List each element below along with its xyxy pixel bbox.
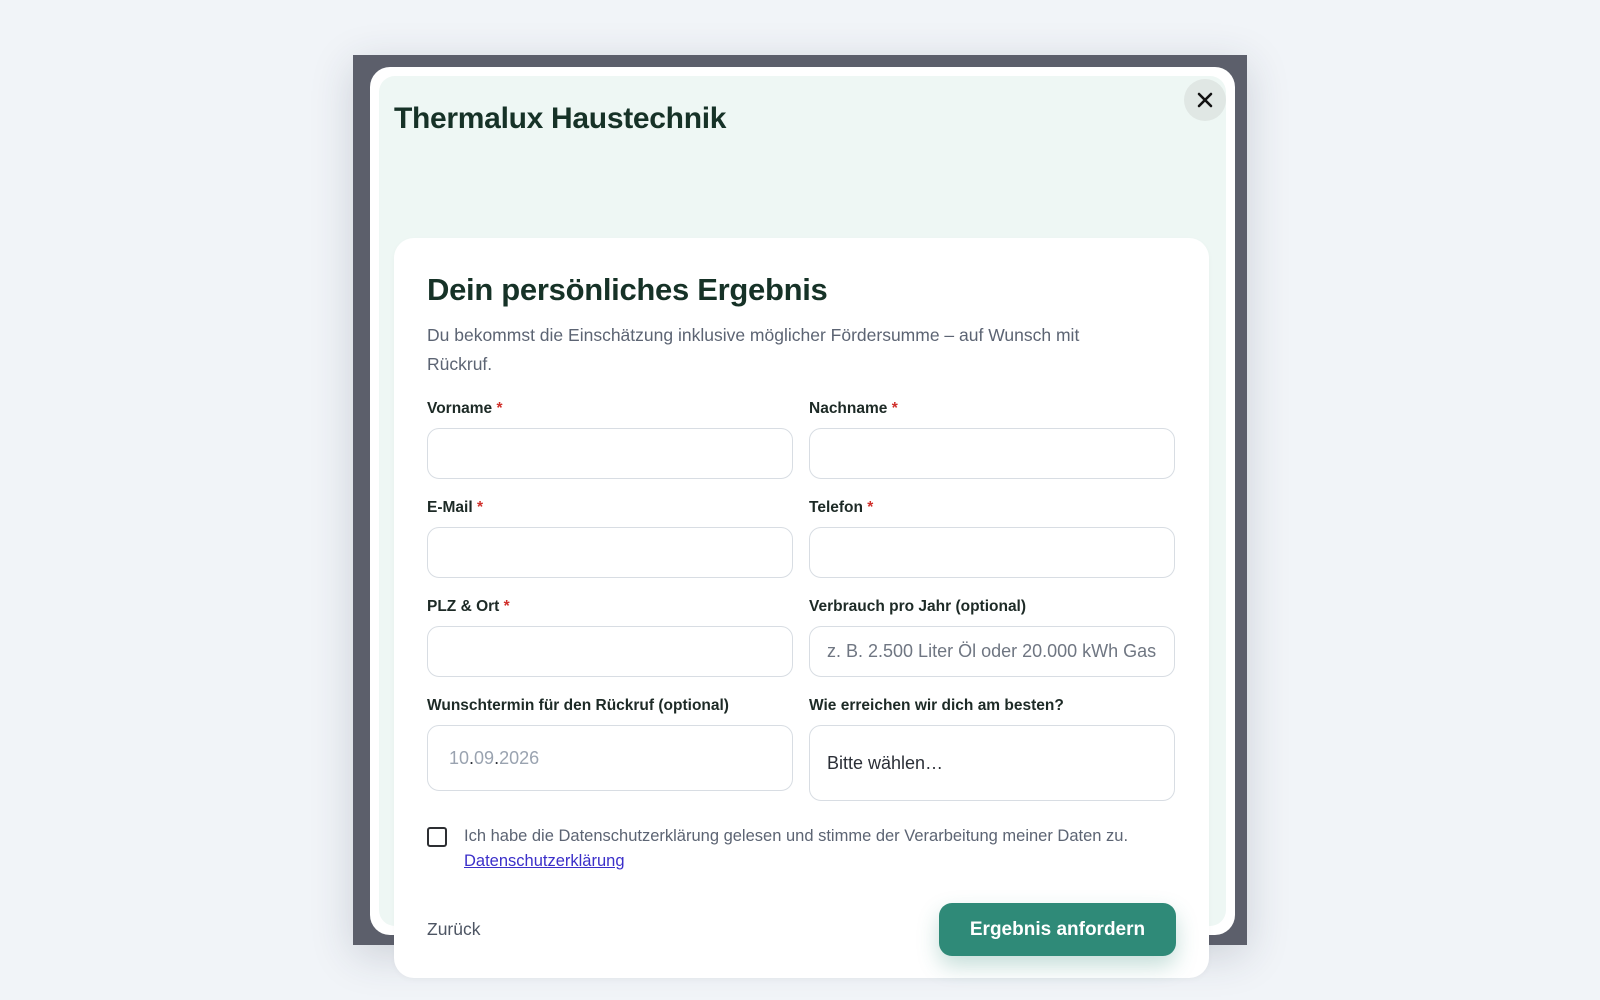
field-callback-date: Wunschtermin für den Rückruf (optional) … <box>427 696 793 801</box>
brand-title: Thermalux Haustechnik <box>394 102 727 135</box>
required-mark: * <box>476 499 484 516</box>
required-mark: * <box>891 400 898 417</box>
contact-method-select[interactable]: Bitte wählen… <box>809 725 1175 801</box>
field-phone: Telefon * <box>809 498 1175 578</box>
required-mark: * <box>503 598 510 615</box>
field-last-name: Nachname * <box>809 399 1175 479</box>
date-day: 10 <box>449 747 470 768</box>
first-name-label: Vorname * <box>427 400 503 417</box>
zip-city-input[interactable] <box>427 626 793 677</box>
callback-date-label: Wunschtermin für den Rückruf (optional) <box>427 697 729 714</box>
date-year: 2026 <box>499 747 540 768</box>
field-first-name: Vorname * <box>427 399 793 479</box>
required-mark: * <box>867 499 874 516</box>
close-icon <box>1197 92 1213 108</box>
result-card: Dein persönliches Ergebnis Du bekommst d… <box>394 238 1209 978</box>
consumption-label: Verbrauch pro Jahr (optional) <box>809 598 1027 615</box>
callback-date-input[interactable]: 10. 09. 2026 <box>427 725 793 791</box>
consent-row: Ich habe die Datenschutzerklärung gelese… <box>427 824 1176 874</box>
email-label: E-Mail * <box>427 499 484 516</box>
phone-input[interactable] <box>809 527 1175 578</box>
form-footer: Zurück Ergebnis anfordern <box>427 903 1176 956</box>
email-input[interactable] <box>427 527 793 578</box>
contact-method-label: Wie erreichen wir dich am besten? <box>809 697 1064 714</box>
field-consumption: Verbrauch pro Jahr (optional) <box>809 597 1175 677</box>
last-name-input[interactable] <box>809 428 1175 479</box>
consent-text: Ich habe die Datenschutzerklärung gelese… <box>464 827 1129 845</box>
form-grid: Vorname * Nachname * E-Mail * Telefon * … <box>427 399 1176 820</box>
privacy-policy-link[interactable]: Datenschutzerklärung <box>464 852 625 870</box>
last-name-label: Nachname * <box>809 400 898 417</box>
zip-city-label: PLZ & Ort * <box>427 598 510 615</box>
card-title: Dein persönliches Ergebnis <box>427 272 828 307</box>
phone-label: Telefon * <box>809 499 874 516</box>
back-button[interactable]: Zurück <box>427 919 480 940</box>
close-button[interactable] <box>1184 79 1226 121</box>
contact-method-value: Bitte wählen… <box>827 752 944 773</box>
lead-form-modal: Thermalux Haustechnik Dein persönliches … <box>370 67 1235 978</box>
consent-checkbox[interactable] <box>427 827 447 847</box>
required-mark: * <box>496 400 503 417</box>
modal-content: Thermalux Haustechnik Dein persönliches … <box>379 76 1226 978</box>
consumption-input[interactable] <box>809 626 1175 677</box>
date-month: 09 <box>474 747 495 768</box>
submit-button[interactable]: Ergebnis anfordern <box>939 903 1176 956</box>
card-description: Du bekommst die Einschätzung inklusive m… <box>427 325 1080 374</box>
field-zip-city: PLZ & Ort * <box>427 597 793 677</box>
consent-text-block: Ich habe die Datenschutzerklärung gelese… <box>464 824 1128 874</box>
field-email: E-Mail * <box>427 498 793 578</box>
first-name-input[interactable] <box>427 428 793 479</box>
field-contact-method: Wie erreichen wir dich am besten? Bitte … <box>809 696 1175 801</box>
